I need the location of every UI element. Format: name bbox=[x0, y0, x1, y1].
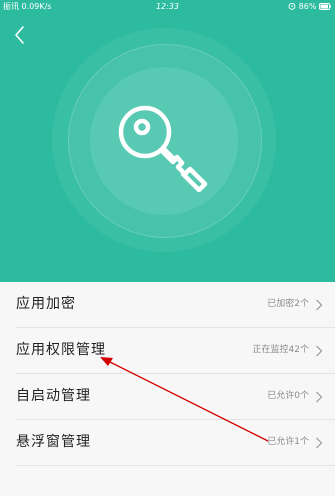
menu-item-app-lock[interactable]: 应用加密 已加密2个 bbox=[0, 282, 335, 327]
settings-list: 应用加密 已加密2个 应用权限管理 正在监控42个 自启动管理 已允许0个 悬浮… bbox=[0, 282, 335, 496]
battery-icon bbox=[319, 3, 331, 10]
battery-level: 86% bbox=[298, 2, 317, 11]
status-battery: 86% bbox=[288, 0, 331, 14]
menu-item-label: 自启动管理 bbox=[16, 388, 91, 404]
menu-item-floating-window[interactable]: 悬浮窗管理 已允许1个 bbox=[0, 420, 335, 465]
menu-item-label: 应用加密 bbox=[16, 296, 76, 312]
menu-item-label: 悬浮窗管理 bbox=[16, 434, 91, 450]
menu-item-app-permissions[interactable]: 应用权限管理 正在监控42个 bbox=[0, 328, 335, 373]
divider bbox=[16, 465, 335, 466]
status-bar: 振讯 0.09K/s 12:33 86% bbox=[0, 0, 335, 14]
alarm-icon bbox=[288, 2, 296, 10]
status-time: 12:33 bbox=[155, 2, 180, 11]
chevron-right-icon bbox=[316, 299, 323, 311]
back-arrow-icon[interactable] bbox=[8, 23, 32, 47]
menu-item-autostart[interactable]: 自启动管理 已允许0个 bbox=[0, 374, 335, 419]
menu-item-status: 正在监控42个 bbox=[252, 345, 309, 355]
chevron-right-icon bbox=[316, 345, 323, 357]
menu-item-label: 应用权限管理 bbox=[16, 342, 106, 358]
key-icon bbox=[118, 105, 208, 192]
menu-item-status: 已允许0个 bbox=[267, 391, 309, 401]
header-panel: 振讯 0.09K/s 12:33 86% bbox=[0, 0, 335, 282]
chevron-right-icon bbox=[316, 437, 323, 449]
menu-item-status: 已加密2个 bbox=[267, 299, 309, 309]
menu-item-status: 已允许1个 bbox=[267, 437, 309, 447]
chevron-right-icon bbox=[316, 391, 323, 403]
